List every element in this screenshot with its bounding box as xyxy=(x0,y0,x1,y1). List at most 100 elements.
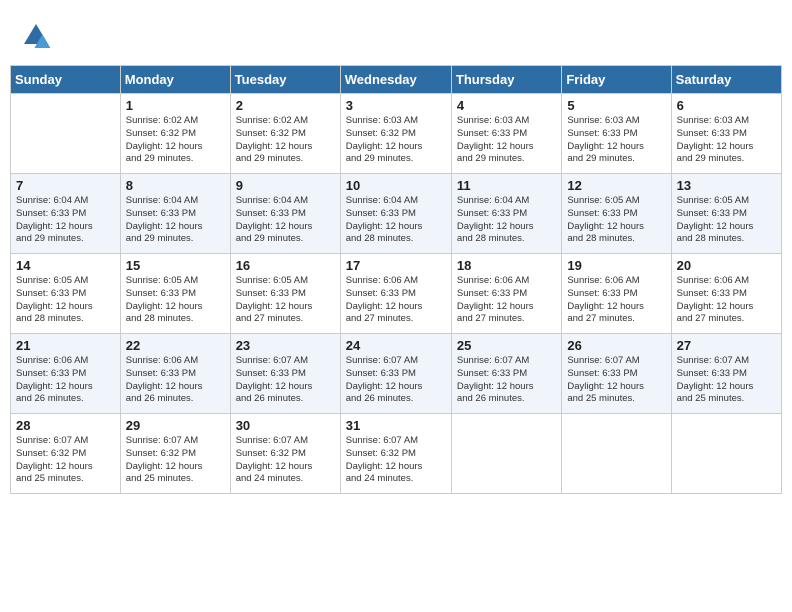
day-info: Sunrise: 6:06 AM Sunset: 6:33 PM Dayligh… xyxy=(126,355,225,406)
calendar-cell: 8Sunrise: 6:04 AM Sunset: 6:33 PM Daylig… xyxy=(120,174,230,254)
day-info: Sunrise: 6:04 AM Sunset: 6:33 PM Dayligh… xyxy=(457,195,556,246)
calendar-cell: 18 Sunrise: 6:06 AM Sunset: 6:33 PM Dayli… xyxy=(451,254,561,334)
day-number: 20 xyxy=(677,258,776,273)
day-info: Sunrise: 6:06 AM Sunset: 6:33 PM Dayligh… xyxy=(346,275,446,326)
calendar-cell: 15 Sunrise: 6:05 AM Sunset: 6:33 PM Dayli… xyxy=(120,254,230,334)
calendar-cell: 13 Sunrise: 6:05 AM Sunset: 6:33 PM Dayli… xyxy=(671,174,781,254)
day-number: 21 xyxy=(16,338,115,353)
calendar-cell: 31 Sunrise: 6:07 AM Sunset: 6:32 PM Dayli… xyxy=(340,414,451,494)
page-header xyxy=(10,10,782,57)
calendar-cell: 28 Sunrise: 6:07 AM Sunset: 6:32 PM Dayli… xyxy=(11,414,121,494)
day-info: Sunrise: 6:04 AM Sunset: 6:33 PM Dayligh… xyxy=(346,195,446,246)
day-number: 17 xyxy=(346,258,446,273)
weekday-header: Saturday xyxy=(671,66,781,94)
day-info: Sunrise: 6:07 AM Sunset: 6:32 PM Dayligh… xyxy=(346,435,446,486)
calendar-table: SundayMondayTuesdayWednesdayThursdayFrid… xyxy=(10,65,782,494)
logo xyxy=(20,20,56,52)
day-info: Sunrise: 6:07 AM Sunset: 6:33 PM Dayligh… xyxy=(677,355,776,406)
day-info: Sunrise: 6:06 AM Sunset: 6:33 PM Dayligh… xyxy=(677,275,776,326)
day-number: 26 xyxy=(567,338,665,353)
day-number: 15 xyxy=(126,258,225,273)
weekday-header: Sunday xyxy=(11,66,121,94)
calendar-cell: 25 Sunrise: 6:07 AM Sunset: 6:33 PM Dayli… xyxy=(451,334,561,414)
calendar-cell: 2 Sunrise: 6:02 AM Sunset: 6:32 PM Daylig… xyxy=(230,94,340,174)
day-info: Sunrise: 6:07 AM Sunset: 6:32 PM Dayligh… xyxy=(126,435,225,486)
day-info: Sunrise: 6:02 AM Sunset: 6:32 PM Dayligh… xyxy=(126,115,225,166)
logo-icon xyxy=(20,20,52,52)
calendar-cell: 23 Sunrise: 6:07 AM Sunset: 6:33 PM Dayli… xyxy=(230,334,340,414)
day-number: 30 xyxy=(236,418,335,433)
calendar-cell: 11 Sunrise: 6:04 AM Sunset: 6:33 PM Dayli… xyxy=(451,174,561,254)
day-info: Sunrise: 6:04 AM Sunset: 6:33 PM Dayligh… xyxy=(126,195,225,246)
calendar-cell: 10 Sunrise: 6:04 AM Sunset: 6:33 PM Dayli… xyxy=(340,174,451,254)
calendar-cell: 3Sunrise: 6:03 AM Sunset: 6:32 PM Daylig… xyxy=(340,94,451,174)
day-number: 23 xyxy=(236,338,335,353)
day-info: Sunrise: 6:03 AM Sunset: 6:33 PM Dayligh… xyxy=(457,115,556,166)
day-info: Sunrise: 6:02 AM Sunset: 6:32 PM Dayligh… xyxy=(236,115,335,166)
calendar-cell: 21 Sunrise: 6:06 AM Sunset: 6:33 PM Dayli… xyxy=(11,334,121,414)
day-number: 6 xyxy=(677,98,776,113)
calendar-cell: 22 Sunrise: 6:06 AM Sunset: 6:33 PM Dayli… xyxy=(120,334,230,414)
calendar-cell: 20 Sunrise: 6:06 AM Sunset: 6:33 PM Dayli… xyxy=(671,254,781,334)
day-number: 19 xyxy=(567,258,665,273)
day-info: Sunrise: 6:07 AM Sunset: 6:32 PM Dayligh… xyxy=(16,435,115,486)
calendar-cell: 27 Sunrise: 6:07 AM Sunset: 6:33 PM Dayli… xyxy=(671,334,781,414)
day-info: Sunrise: 6:07 AM Sunset: 6:33 PM Dayligh… xyxy=(457,355,556,406)
day-number: 7 xyxy=(16,178,115,193)
day-info: Sunrise: 6:04 AM Sunset: 6:33 PM Dayligh… xyxy=(16,195,115,246)
calendar-cell: 17 Sunrise: 6:06 AM Sunset: 6:33 PM Dayli… xyxy=(340,254,451,334)
day-number: 10 xyxy=(346,178,446,193)
day-number: 28 xyxy=(16,418,115,433)
weekday-header: Friday xyxy=(562,66,671,94)
calendar-cell: 26Sunrise: 6:07 AM Sunset: 6:33 PM Dayli… xyxy=(562,334,671,414)
day-number: 13 xyxy=(677,178,776,193)
calendar-cell: 9Sunrise: 6:04 AM Sunset: 6:33 PM Daylig… xyxy=(230,174,340,254)
day-number: 9 xyxy=(236,178,335,193)
calendar-week-row: 1 Sunrise: 6:02 AM Sunset: 6:32 PM Daylig… xyxy=(11,94,782,174)
day-number: 14 xyxy=(16,258,115,273)
calendar-cell: 5Sunrise: 6:03 AM Sunset: 6:33 PM Daylig… xyxy=(562,94,671,174)
calendar-cell: 14 Sunrise: 6:05 AM Sunset: 6:33 PM Dayli… xyxy=(11,254,121,334)
calendar-week-row: 7 Sunrise: 6:04 AM Sunset: 6:33 PM Daylig… xyxy=(11,174,782,254)
day-info: Sunrise: 6:03 AM Sunset: 6:33 PM Dayligh… xyxy=(677,115,776,166)
calendar-week-row: 21 Sunrise: 6:06 AM Sunset: 6:33 PM Dayli… xyxy=(11,334,782,414)
calendar-week-row: 28 Sunrise: 6:07 AM Sunset: 6:32 PM Dayli… xyxy=(11,414,782,494)
day-info: Sunrise: 6:03 AM Sunset: 6:32 PM Dayligh… xyxy=(346,115,446,166)
calendar-cell xyxy=(671,414,781,494)
day-info: Sunrise: 6:07 AM Sunset: 6:32 PM Dayligh… xyxy=(236,435,335,486)
weekday-header: Thursday xyxy=(451,66,561,94)
calendar-cell: 19 Sunrise: 6:06 AM Sunset: 6:33 PM Dayli… xyxy=(562,254,671,334)
day-info: Sunrise: 6:06 AM Sunset: 6:33 PM Dayligh… xyxy=(567,275,665,326)
day-number: 31 xyxy=(346,418,446,433)
calendar-header: SundayMondayTuesdayWednesdayThursdayFrid… xyxy=(11,66,782,94)
calendar-cell: 16 Sunrise: 6:05 AM Sunset: 6:33 PM Dayli… xyxy=(230,254,340,334)
calendar-cell: 12Sunrise: 6:05 AM Sunset: 6:33 PM Dayli… xyxy=(562,174,671,254)
day-number: 12 xyxy=(567,178,665,193)
day-info: Sunrise: 6:07 AM Sunset: 6:33 PM Dayligh… xyxy=(236,355,335,406)
day-number: 2 xyxy=(236,98,335,113)
day-info: Sunrise: 6:06 AM Sunset: 6:33 PM Dayligh… xyxy=(16,355,115,406)
calendar-cell: 24Sunrise: 6:07 AM Sunset: 6:33 PM Dayli… xyxy=(340,334,451,414)
calendar-cell xyxy=(11,94,121,174)
calendar-cell: 7 Sunrise: 6:04 AM Sunset: 6:33 PM Daylig… xyxy=(11,174,121,254)
day-info: Sunrise: 6:05 AM Sunset: 6:33 PM Dayligh… xyxy=(236,275,335,326)
day-number: 11 xyxy=(457,178,556,193)
calendar-cell: 6 Sunrise: 6:03 AM Sunset: 6:33 PM Daylig… xyxy=(671,94,781,174)
day-number: 29 xyxy=(126,418,225,433)
day-number: 25 xyxy=(457,338,556,353)
day-number: 16 xyxy=(236,258,335,273)
day-info: Sunrise: 6:06 AM Sunset: 6:33 PM Dayligh… xyxy=(457,275,556,326)
day-number: 1 xyxy=(126,98,225,113)
day-info: Sunrise: 6:05 AM Sunset: 6:33 PM Dayligh… xyxy=(126,275,225,326)
day-info: Sunrise: 6:05 AM Sunset: 6:33 PM Dayligh… xyxy=(677,195,776,246)
calendar-week-row: 14 Sunrise: 6:05 AM Sunset: 6:33 PM Dayli… xyxy=(11,254,782,334)
weekday-header: Tuesday xyxy=(230,66,340,94)
calendar-cell: 4Sunrise: 6:03 AM Sunset: 6:33 PM Daylig… xyxy=(451,94,561,174)
day-info: Sunrise: 6:07 AM Sunset: 6:33 PM Dayligh… xyxy=(346,355,446,406)
day-number: 18 xyxy=(457,258,556,273)
day-number: 22 xyxy=(126,338,225,353)
day-info: Sunrise: 6:03 AM Sunset: 6:33 PM Dayligh… xyxy=(567,115,665,166)
day-number: 27 xyxy=(677,338,776,353)
day-info: Sunrise: 6:05 AM Sunset: 6:33 PM Dayligh… xyxy=(16,275,115,326)
calendar-cell xyxy=(562,414,671,494)
